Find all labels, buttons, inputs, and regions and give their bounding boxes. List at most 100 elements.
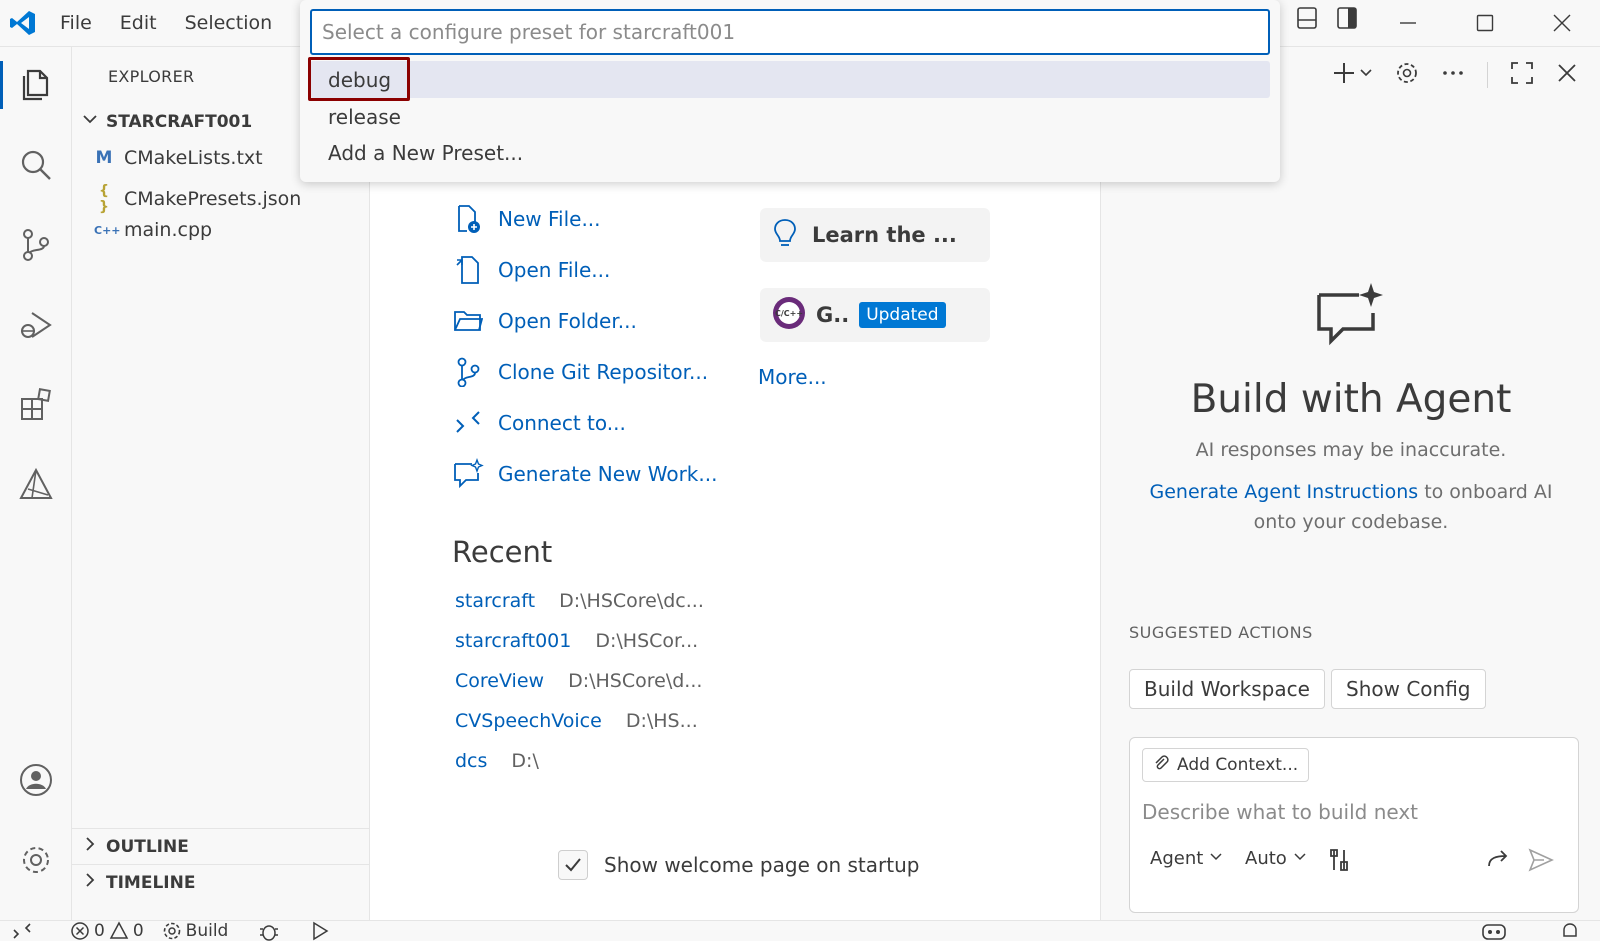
account-icon[interactable]	[12, 756, 60, 804]
chevron-right-icon	[82, 836, 98, 857]
problems-status[interactable]: 0 0	[70, 921, 144, 941]
walkthrough-learn-card[interactable]: Learn the ...	[760, 208, 990, 262]
file-item-main-cpp[interactable]: C++ main.cpp	[94, 219, 212, 241]
recent-name[interactable]: dcs	[455, 750, 487, 772]
recent-path: D:\HSCore\d...	[568, 670, 703, 692]
clone-repo-link[interactable]: Clone Git Repositor...	[452, 356, 708, 388]
open-file-label: Open File...	[498, 258, 611, 282]
chat-input-box: Add Context... Describe what to build ne…	[1129, 737, 1579, 913]
chevron-down-icon	[1209, 848, 1223, 869]
timeline-section[interactable]: TIMELINE	[72, 864, 370, 900]
chat-settings-icon[interactable]	[1395, 61, 1419, 89]
menu-edit[interactable]: Edit	[106, 0, 171, 46]
new-chat-icon[interactable]	[1333, 61, 1373, 89]
paperclip-icon	[1153, 754, 1169, 777]
status-bar: 0 0 Build	[0, 920, 1600, 941]
show-welcome-toggle[interactable]: Show welcome page on startup	[558, 850, 919, 880]
minimize-button[interactable]	[1369, 0, 1446, 46]
recent-name[interactable]: CVSpeechVoice	[455, 710, 602, 732]
gear-icon	[163, 922, 180, 940]
cpp-file-icon: C++	[94, 223, 121, 237]
file-name: CMakePresets.json	[124, 188, 302, 210]
open-file-icon	[452, 254, 484, 286]
agent-title: Build with Agent	[1190, 377, 1512, 422]
toggle-panel-icon[interactable]	[1296, 6, 1318, 34]
checkbox[interactable]	[558, 850, 588, 880]
toolbar-divider	[1487, 62, 1488, 88]
recent-item[interactable]: dcs D:\	[455, 750, 539, 772]
quickpick-input[interactable]	[310, 9, 1270, 55]
settings-gear-icon[interactable]	[12, 836, 60, 884]
model-label: Auto	[1245, 848, 1287, 869]
file-item-cmakelists[interactable]: M CMakeLists.txt	[94, 147, 263, 169]
layout-controls	[1296, 6, 1358, 34]
remote-status-icon[interactable]	[12, 922, 32, 940]
git-branch-icon	[452, 356, 484, 388]
chat-input-field[interactable]: Describe what to build next	[1142, 800, 1418, 824]
recent-name[interactable]: CoreView	[455, 670, 544, 692]
quickpick-item-add-preset[interactable]: Add a New Preset...	[310, 134, 1270, 171]
explorer-icon[interactable]	[12, 61, 60, 109]
run-debug-icon[interactable]	[12, 301, 60, 349]
sparkle-chat-icon	[452, 458, 484, 490]
add-context-label: Add Context...	[1177, 755, 1299, 775]
send-icon	[1528, 848, 1554, 877]
checkmark-icon	[565, 858, 581, 872]
menu-file[interactable]: File	[46, 0, 106, 46]
notifications-icon[interactable]	[1560, 921, 1580, 941]
quickpick-item-release[interactable]: release	[310, 98, 1270, 135]
outline-section[interactable]: OUTLINE	[72, 828, 370, 864]
add-context-button[interactable]: Add Context...	[1142, 748, 1310, 782]
maximize-button[interactable]	[1446, 0, 1523, 46]
delegate-button[interactable]	[1486, 848, 1510, 875]
recent-item[interactable]: starcraft D:\HSCore\dc...	[455, 590, 704, 612]
new-file-link[interactable]: New File...	[452, 203, 601, 235]
tools-button[interactable]	[1328, 848, 1352, 877]
build-label: Build	[185, 921, 229, 941]
extensions-icon[interactable]	[12, 381, 60, 429]
walkthrough-cpp-card[interactable]: C/C++ G.. Updated	[760, 288, 990, 342]
updated-badge: Updated	[859, 302, 946, 328]
build-workspace-button[interactable]: Build Workspace	[1129, 669, 1325, 709]
agent-mode-dropdown[interactable]: Agent	[1150, 848, 1223, 869]
cmake-icon[interactable]	[12, 461, 60, 509]
recent-name[interactable]: starcraft001	[455, 630, 571, 652]
connect-to-link[interactable]: Connect to...	[452, 407, 626, 439]
run-status-icon[interactable]	[310, 921, 330, 941]
recent-item[interactable]: starcraft001 D:\HSCor...	[455, 630, 698, 652]
close-panel-icon[interactable]	[1556, 62, 1578, 88]
quickpick-item-debug[interactable]: debug	[310, 61, 1270, 98]
build-status[interactable]: Build	[162, 921, 229, 941]
generate-instructions-link[interactable]: Generate Agent Instructions	[1150, 481, 1419, 503]
show-welcome-label: Show welcome page on startup	[604, 853, 920, 877]
generate-workspace-link[interactable]: Generate New Work...	[452, 458, 717, 490]
generate-workspace-label: Generate New Work...	[498, 462, 718, 486]
show-config-button[interactable]: Show Config	[1331, 669, 1486, 709]
copilot-status-icon[interactable]	[1480, 921, 1508, 941]
tools-icon	[1328, 848, 1352, 877]
cmake-file-icon: M	[95, 148, 113, 168]
maximize-panel-icon[interactable]	[1510, 61, 1534, 89]
more-actions-icon[interactable]	[1441, 61, 1465, 89]
recent-item[interactable]: CVSpeechVoice D:\HS...	[455, 710, 698, 732]
search-icon[interactable]	[12, 141, 60, 189]
model-dropdown[interactable]: Auto	[1245, 848, 1307, 869]
agent-chat-icon	[1315, 281, 1387, 351]
more-walkthroughs-link[interactable]: More...	[758, 365, 827, 389]
file-item-cmakepresets[interactable]: { } CMakePresets.json	[94, 183, 301, 215]
chevron-down-icon	[1293, 848, 1307, 869]
recent-item[interactable]: CoreView D:\HSCore\d...	[455, 670, 702, 692]
open-folder-link[interactable]: Open Folder...	[452, 305, 637, 337]
send-button[interactable]	[1528, 848, 1554, 877]
mode-label: Agent	[1150, 848, 1204, 869]
forward-arrow-icon	[1486, 848, 1510, 875]
folder-root[interactable]: STARCRAFT001	[82, 111, 252, 132]
open-file-link[interactable]: Open File...	[452, 254, 610, 286]
close-window-button[interactable]	[1523, 0, 1600, 46]
new-file-label: New File...	[498, 207, 601, 231]
menu-selection[interactable]: Selection	[171, 0, 287, 46]
recent-name[interactable]: starcraft	[455, 590, 535, 612]
toggle-secondary-sidebar-icon[interactable]	[1336, 6, 1358, 34]
source-control-icon[interactable]	[12, 221, 60, 269]
debug-status-icon[interactable]	[258, 921, 280, 941]
